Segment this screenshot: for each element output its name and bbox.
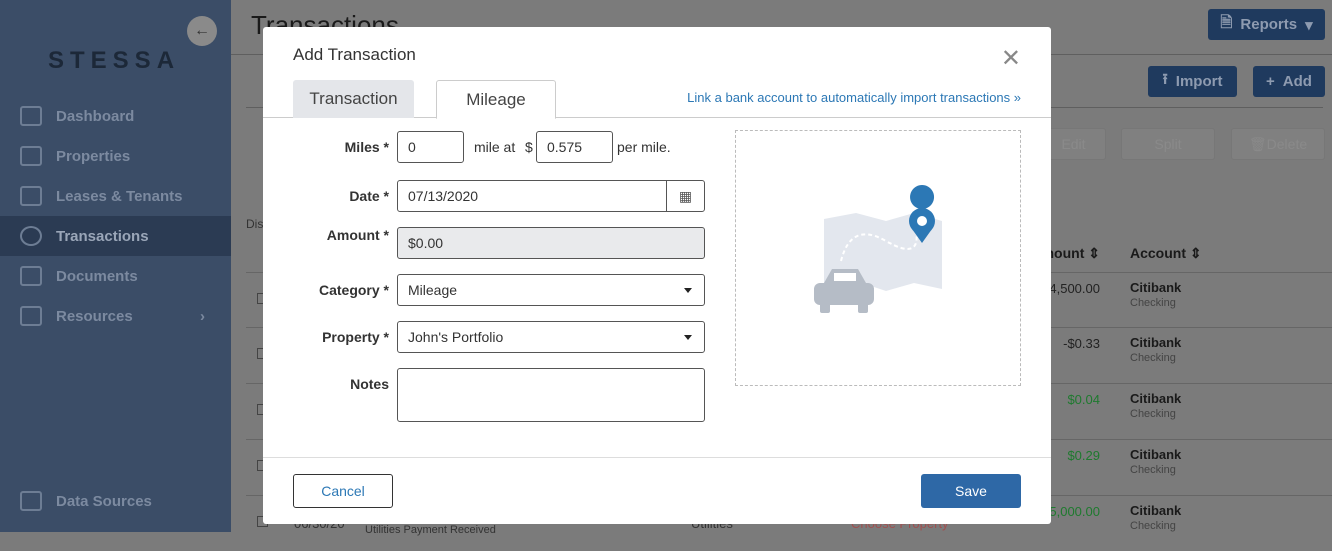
reports-button[interactable]: 🗎 Reports ▾ [1208, 9, 1325, 40]
sidebar: ← STESSA Dashboard Properties Leases & T… [0, 0, 231, 532]
amount-label: Amount * [326, 227, 389, 243]
sidebar-nav: Dashboard Properties Leases & Tenants Tr… [0, 96, 231, 336]
row-account: Citibank Checking [1130, 391, 1181, 420]
sidebar-item-label: Resources [56, 307, 133, 325]
row-account: Citibank Checking [1130, 280, 1181, 309]
tab-transaction[interactable]: Transaction [293, 80, 414, 118]
date-value: 07/13/2020 [408, 188, 479, 204]
per-mile-text: per mile. [617, 139, 671, 155]
collapse-sidebar-button[interactable]: ← [187, 16, 217, 46]
account-type: Checking [1130, 408, 1176, 420]
bank-name: Citibank [1130, 503, 1182, 518]
logo: STESSA [48, 47, 181, 74]
import-button[interactable]: ⭱ Import [1148, 66, 1237, 97]
account-type: Checking [1130, 297, 1176, 309]
category-label: Category * [318, 282, 389, 298]
map-illustration-dropzone [735, 130, 1021, 386]
sidebar-item-label: Transactions [56, 227, 149, 245]
cancel-button[interactable]: Cancel [293, 474, 393, 508]
dollar-sign: $ [525, 139, 533, 155]
map-car-illustration-icon [814, 185, 942, 313]
dashboard-icon [20, 106, 42, 126]
account-type: Checking [1130, 520, 1176, 532]
mile-at-text: mile at [474, 139, 516, 155]
account-type: Checking [1130, 464, 1176, 476]
people-icon [20, 186, 42, 206]
sidebar-item-dashboard[interactable]: Dashboard [0, 96, 231, 136]
building-icon [20, 146, 42, 166]
edit-label: Edit [1061, 136, 1086, 152]
bank-name: Citibank [1130, 391, 1182, 406]
row-account: Citibank Checking [1130, 503, 1181, 532]
row-account: Citibank Checking [1130, 447, 1181, 476]
account-header-label: Account [1130, 245, 1186, 261]
split-button[interactable]: Split [1121, 128, 1215, 160]
row-amount: $0.04 [1067, 392, 1100, 407]
reports-label: Reports [1240, 16, 1298, 33]
notes-textarea[interactable] [397, 368, 705, 422]
account-column-header[interactable]: Account ⇕ [1130, 245, 1202, 262]
calendar-icon[interactable]: ▦ [666, 181, 704, 211]
miles-input[interactable]: 0 [397, 131, 464, 163]
delete-button[interactable]: 🗑 Delete [1231, 128, 1325, 160]
sidebar-item-data-sources[interactable]: Data Sources [0, 481, 231, 521]
close-icon[interactable]: ✕ [1001, 47, 1021, 71]
row-description: Utilities Payment Received [365, 524, 496, 536]
sidebar-item-label: Dashboard [56, 107, 135, 125]
caret-down-icon [684, 335, 692, 340]
sidebar-item-label: Leases & Tenants [56, 187, 183, 205]
sidebar-item-documents[interactable]: Documents [0, 256, 231, 296]
sidebar-item-resources[interactable]: Resources › [0, 296, 231, 336]
plus-icon: + [1266, 73, 1275, 90]
account-type: Checking [1130, 352, 1176, 364]
save-button[interactable]: Save [921, 474, 1021, 508]
amount-input: $0.00 [397, 227, 705, 259]
split-label: Split [1154, 136, 1182, 152]
display-label: Dis [246, 217, 264, 231]
date-input[interactable]: 07/13/2020 ▦ [397, 180, 705, 212]
upload-icon: ⭱ [1162, 71, 1168, 88]
folder-icon [20, 266, 42, 286]
sidebar-item-label: Properties [56, 147, 131, 165]
caret-down-icon: ▾ [1305, 16, 1313, 34]
category-value: Mileage [408, 282, 458, 298]
row-amount: $0.29 [1067, 448, 1100, 463]
property-select[interactable]: John's Portfolio [397, 321, 705, 353]
bank-name: Citibank [1130, 280, 1182, 295]
category-select[interactable]: Mileage [397, 274, 705, 306]
trash-icon: 🗑 [1248, 135, 1267, 152]
sidebar-item-transactions[interactable]: Transactions [0, 216, 231, 256]
sidebar-item-label: Documents [56, 267, 138, 285]
data-sources-icon [20, 491, 42, 511]
sidebar-item-label: Data Sources [56, 492, 152, 510]
delete-label: Delete [1266, 136, 1308, 152]
tab-mileage[interactable]: Mileage [436, 80, 556, 119]
add-label: Add [1282, 73, 1312, 90]
book-icon [20, 306, 42, 326]
add-button[interactable]: + Add [1253, 66, 1325, 97]
miles-label: Miles * [344, 139, 389, 155]
property-label: Property * [322, 329, 389, 345]
dollar-cycle-icon [20, 226, 42, 246]
property-value: John's Portfolio [408, 329, 504, 345]
sidebar-item-properties[interactable]: Properties [0, 136, 231, 176]
date-label: Date * [349, 188, 389, 204]
chevron-right-icon: › [200, 307, 205, 325]
sidebar-item-leases[interactable]: Leases & Tenants [0, 176, 231, 216]
add-transaction-modal: Add Transaction ✕ Transaction Mileage Li… [263, 27, 1051, 524]
caret-down-icon [684, 288, 692, 293]
notes-label: Notes [350, 376, 389, 392]
bank-name: Citibank [1130, 335, 1182, 350]
row-amount: -$0.33 [1063, 336, 1100, 351]
document-icon: 🗎 [1220, 14, 1233, 31]
rate-input[interactable]: 0.575 [536, 131, 613, 163]
bank-name: Citibank [1130, 447, 1182, 462]
link-bank-account-link[interactable]: Link a bank account to automatically imp… [687, 90, 1021, 105]
import-label: Import [1175, 73, 1223, 90]
row-account: Citibank Checking [1130, 335, 1181, 364]
modal-title: Add Transaction [293, 45, 416, 64]
